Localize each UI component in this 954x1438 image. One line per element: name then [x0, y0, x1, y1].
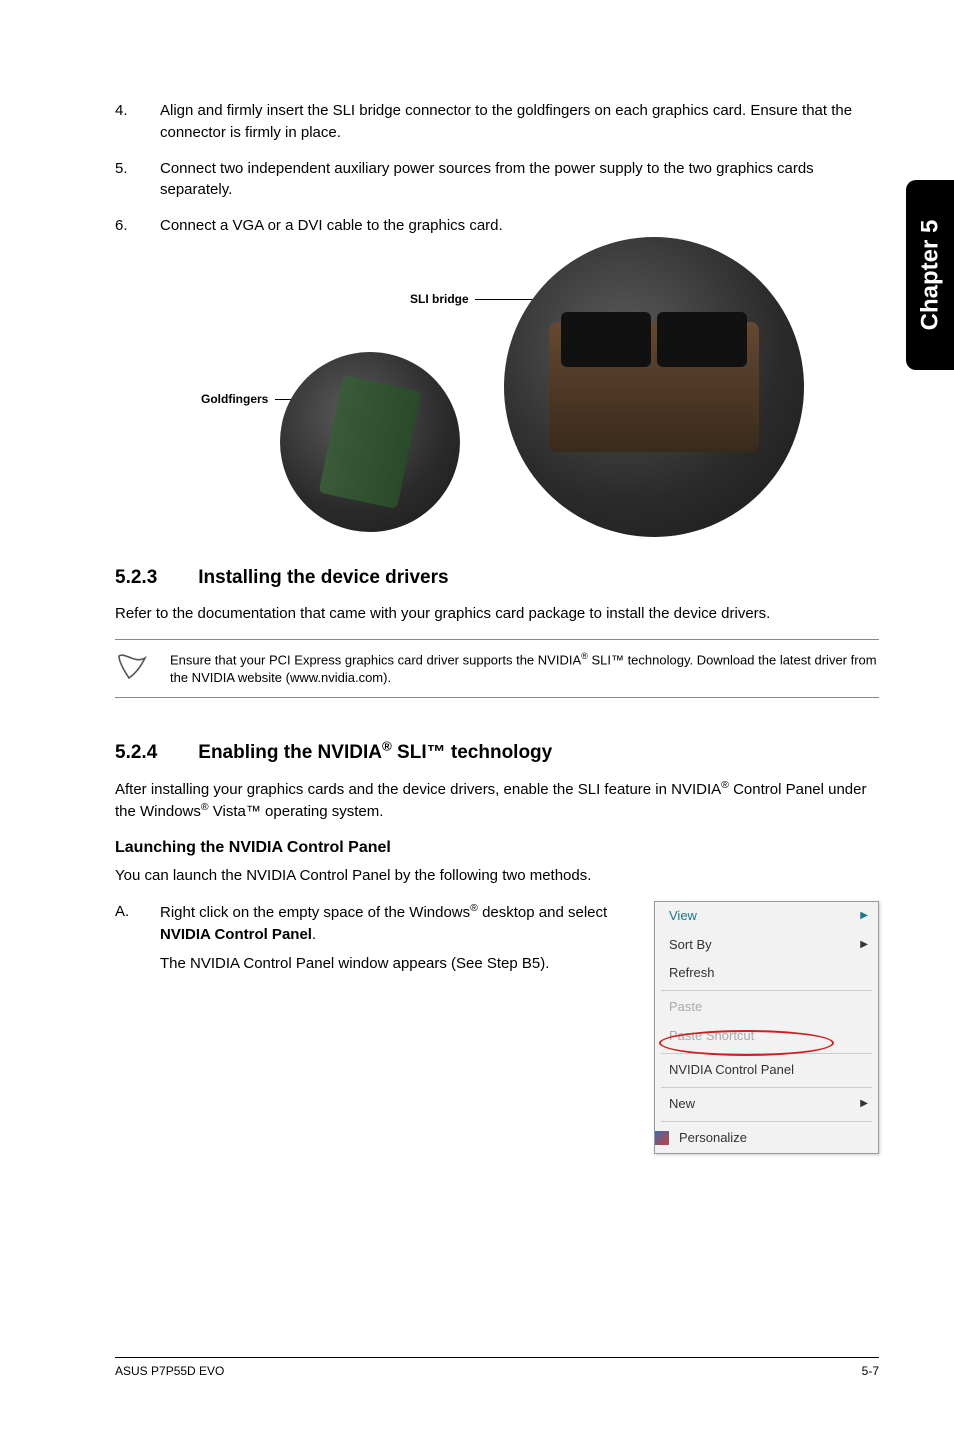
context-menu-separator [661, 1087, 872, 1088]
personalize-icon [655, 1131, 669, 1145]
section-title: Enabling the NVIDIA® SLI™ technology [198, 742, 552, 763]
context-menu-sort-by[interactable]: Sort By▶ [655, 931, 878, 960]
page-footer: ASUS P7P55D EVO 5-7 [115, 1357, 879, 1378]
figure-inset-photo [280, 352, 460, 532]
section-number: 5.2.4 [115, 742, 193, 764]
section-heading-523: 5.2.3 Installing the device drivers [115, 567, 879, 589]
step-4: 4. Align and firmly insert the SLI bridg… [115, 100, 879, 144]
note-text: Ensure that your PCI Express graphics ca… [170, 650, 879, 688]
figure-label-sli: SLI bridge [410, 292, 469, 306]
item-a-text: Right click on the empty space of the Wi… [160, 901, 654, 1154]
context-menu-separator [661, 1053, 872, 1054]
step-text: Connect a VGA or a DVI cable to the grap… [160, 215, 879, 237]
item-a-subtext: The NVIDIA Control Panel window appears … [160, 953, 624, 975]
figure-sli-bridge: SLI bridge Goldfingers [115, 257, 879, 537]
section-heading-524: 5.2.4 Enabling the NVIDIA® SLI™ technolo… [115, 738, 879, 763]
chapter-tab: Chapter 5 [906, 180, 954, 370]
section-paragraph: After installing your graphics cards and… [115, 778, 879, 824]
context-menu: View▶ Sort By▶ Refresh Paste Paste Short… [654, 901, 879, 1154]
context-menu-personalize[interactable]: Personalize [655, 1124, 878, 1153]
step-text: Connect two independent auxiliary power … [160, 158, 879, 202]
chapter-tab-label: Chapter 5 [916, 220, 944, 331]
step-number: 6. [115, 215, 160, 237]
step-text: Align and firmly insert the SLI bridge c… [160, 100, 879, 144]
section-paragraph: Refer to the documentation that came wit… [115, 603, 879, 625]
step-number: 4. [115, 100, 160, 144]
footer-page-number: 5-7 [862, 1364, 879, 1378]
subsection-heading: Launching the NVIDIA Control Panel [115, 839, 879, 857]
item-a-letter: A. [115, 901, 160, 1154]
submenu-arrow-icon: ▶ [860, 938, 868, 953]
context-menu-separator [661, 990, 872, 991]
context-menu-paste-shortcut: Paste Shortcut [655, 1022, 878, 1051]
figure-main-photo [504, 237, 804, 537]
context-menu-refresh[interactable]: Refresh [655, 959, 878, 988]
subsection-paragraph: You can launch the NVIDIA Control Panel … [115, 865, 879, 887]
section-title: Installing the device drivers [198, 567, 448, 588]
context-menu-paste: Paste [655, 993, 878, 1022]
footer-product: ASUS P7P55D EVO [115, 1364, 224, 1378]
context-menu-view[interactable]: View▶ [655, 902, 878, 931]
step-number: 5. [115, 158, 160, 202]
submenu-arrow-icon: ▶ [860, 1097, 868, 1112]
note-box: Ensure that your PCI Express graphics ca… [115, 639, 879, 699]
context-menu-new[interactable]: New▶ [655, 1090, 878, 1119]
submenu-arrow-icon: ▶ [860, 909, 868, 924]
context-menu-nvidia-control-panel[interactable]: NVIDIA Control Panel [655, 1056, 878, 1085]
context-menu-separator [661, 1121, 872, 1122]
figure-label-goldfingers: Goldfingers [201, 392, 268, 406]
note-icon [115, 650, 170, 687]
step-6: 6. Connect a VGA or a DVI cable to the g… [115, 215, 879, 237]
section-number: 5.2.3 [115, 567, 193, 589]
step-5: 5. Connect two independent auxiliary pow… [115, 158, 879, 202]
